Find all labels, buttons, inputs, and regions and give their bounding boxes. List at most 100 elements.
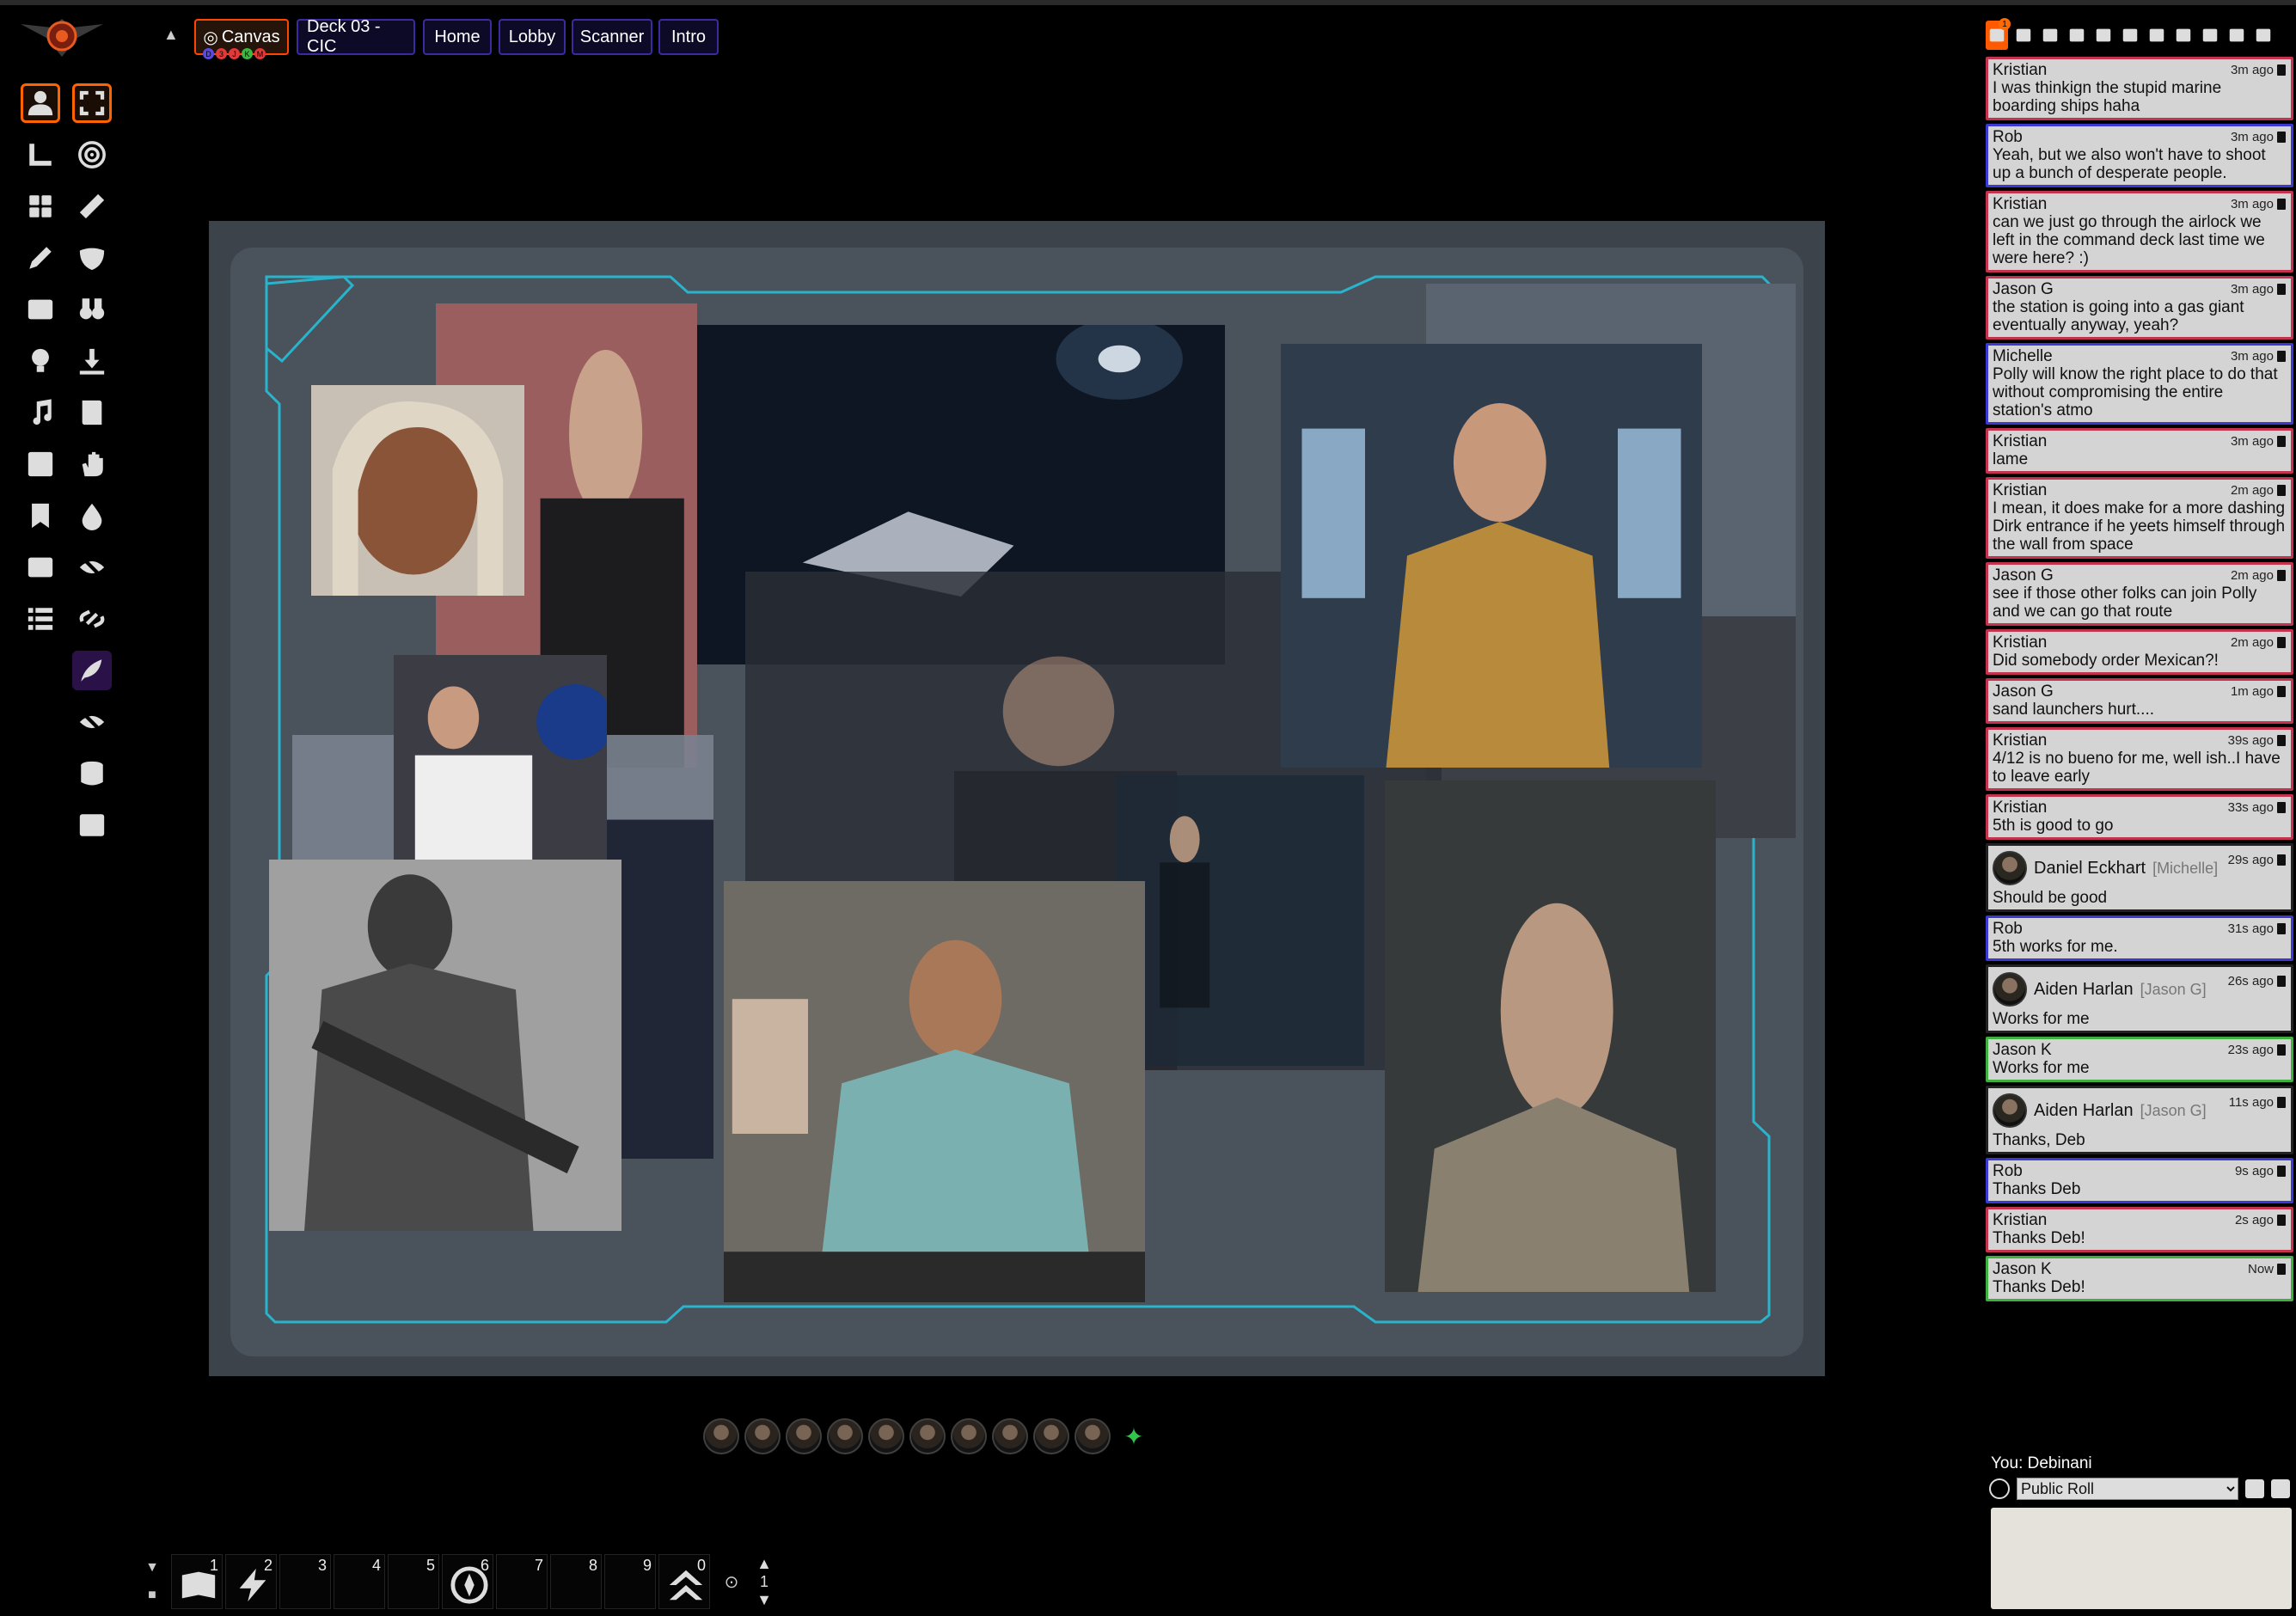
player-avatar[interactable] — [868, 1418, 904, 1454]
hotbar-collapse-icon[interactable]: ▼ — [145, 1560, 159, 1576]
hotbar-slot-8[interactable]: 8 — [550, 1554, 602, 1609]
hotbar-slot-9[interactable]: 9 — [604, 1554, 656, 1609]
message-content: can we just go through the airlock we le… — [1993, 213, 2265, 267]
chat-message: Michelle 3m ago Polly will know the right … — [1986, 343, 2293, 425]
portrait-tile-woman-spacesuit[interactable] — [1385, 780, 1716, 1292]
player-avatar[interactable] — [744, 1418, 781, 1454]
chat-message: Kristian 33s ago 5th is good to go — [1986, 794, 2293, 840]
save-icon[interactable] — [2245, 1479, 2264, 1498]
unread-badge: 1 — [1999, 18, 2011, 30]
roll-mode-row: Public Roll — [1989, 1477, 2292, 1501]
delete-message-icon[interactable] — [2277, 1097, 2286, 1108]
journal-icon[interactable] — [2119, 21, 2141, 50]
scenes-icon[interactable] — [2039, 21, 2061, 50]
player-avatar[interactable] — [827, 1418, 863, 1454]
trash-icon[interactable] — [2271, 1479, 2290, 1498]
message-content: 4/12 is no bueno for me, well ish..I hav… — [1993, 750, 2281, 786]
delete-message-icon[interactable] — [2277, 686, 2286, 697]
message-content: 5th is good to go — [1993, 817, 2114, 835]
message-timestamp: 2m ago — [2231, 566, 2286, 585]
combat-icon[interactable] — [2012, 21, 2035, 50]
player-avatar[interactable] — [992, 1418, 1028, 1454]
portrait-tile-blonde-woman[interactable] — [311, 385, 524, 596]
player-avatar[interactable] — [1075, 1418, 1111, 1454]
speaker-name: Kristian — [1993, 195, 2048, 213]
folder-icon[interactable]: ■ — [148, 1588, 156, 1603]
message-timestamp: 9s ago — [2235, 1162, 2286, 1180]
portrait-tile-armored-soldier[interactable] — [269, 860, 621, 1231]
compendium-icon[interactable] — [2226, 21, 2248, 50]
message-content: 5th works for me. — [1993, 938, 2118, 956]
portrait-tile-pilot[interactable] — [394, 655, 607, 864]
delete-message-icon[interactable] — [2277, 1215, 2286, 1226]
chat-log: Kristian 3m ago I was thinkign the stupid … — [1986, 57, 2293, 1305]
hotbar-slot-4[interactable]: 4 — [334, 1554, 385, 1609]
speaker-name: Kristian — [1993, 432, 2048, 450]
delete-message-icon[interactable] — [2277, 637, 2286, 648]
hotbar-slot-2[interactable]: 2 — [225, 1554, 277, 1609]
message-content: Thanks Deb — [1993, 1180, 2081, 1198]
hotbar-slot-1[interactable]: 1 — [171, 1554, 223, 1609]
portrait-tile-man-floral-shirt[interactable] — [724, 881, 1145, 1302]
delete-message-icon[interactable] — [2277, 132, 2286, 143]
message-timestamp: 2m ago — [2231, 634, 2286, 652]
settings-icon[interactable] — [2252, 21, 2275, 50]
delete-message-icon[interactable] — [2277, 570, 2286, 581]
hotbar-slot-5[interactable]: 5 — [388, 1554, 439, 1609]
chat-message: Jason K Now Thanks Deb! — [1986, 1256, 2293, 1301]
portrait-tile-gold-armor[interactable] — [1281, 344, 1702, 768]
message-timestamp: 3m ago — [2231, 347, 2286, 365]
delete-message-icon[interactable] — [2277, 284, 2286, 295]
hotbar-slot-6[interactable]: 6 — [442, 1554, 493, 1609]
hotbar-slot-3[interactable]: 3 — [279, 1554, 331, 1609]
roll-mode-select[interactable]: Public Roll — [2017, 1478, 2238, 1500]
delete-message-icon[interactable] — [2277, 436, 2286, 447]
player-avatar[interactable] — [703, 1418, 739, 1454]
speaker-name: Daniel Eckhart — [2034, 858, 2146, 878]
hotbar-slot-7[interactable]: 7 — [496, 1554, 548, 1609]
speaker-name: Jason G — [1993, 683, 2054, 701]
player-avatar[interactable] — [909, 1418, 946, 1454]
speaker-name: Kristian — [1993, 481, 2048, 499]
player-avatar[interactable] — [1033, 1418, 1069, 1454]
token-avatar — [1993, 851, 2027, 885]
chat-icon[interactable]: 1 — [1986, 18, 2011, 50]
actors-icon[interactable] — [2066, 21, 2088, 50]
delete-message-icon[interactable] — [2277, 485, 2286, 496]
delete-message-icon[interactable] — [2277, 1264, 2286, 1275]
player-avatar[interactable] — [951, 1418, 987, 1454]
unlock-icon[interactable]: ⊙ — [713, 1554, 750, 1609]
message-content: Thanks Deb! — [1993, 1278, 2085, 1296]
hotbar-slot-0[interactable]: 0 — [658, 1554, 710, 1609]
delete-message-icon[interactable] — [2277, 1166, 2286, 1177]
tables-icon[interactable] — [2146, 21, 2168, 50]
delete-message-icon[interactable] — [2277, 802, 2286, 813]
speaker-name: Michelle — [1993, 347, 2053, 365]
message-timestamp: 3m ago — [2231, 432, 2286, 450]
speaker-name: Rob — [1993, 128, 2023, 146]
delete-message-icon[interactable] — [2277, 976, 2286, 987]
playlists-icon[interactable] — [2199, 21, 2221, 50]
player-avatar[interactable] — [786, 1418, 822, 1454]
delete-message-icon[interactable] — [2277, 854, 2286, 866]
cards-icon[interactable] — [2172, 21, 2195, 50]
items-icon[interactable] — [2092, 21, 2115, 50]
d20-icon[interactable] — [1989, 1478, 2010, 1499]
speaker-name: Kristian — [1993, 799, 2048, 817]
slot-number: 5 — [426, 1557, 435, 1574]
page-down-icon[interactable]: ▼ — [756, 1591, 772, 1609]
speaker-name: Jason K — [1993, 1260, 2052, 1278]
message-timestamp: 23s ago — [2228, 1041, 2286, 1059]
delete-message-icon[interactable] — [2277, 64, 2286, 76]
message-timestamp: 39s ago — [2228, 731, 2286, 750]
delete-message-icon[interactable] — [2277, 735, 2286, 746]
chat-message-input[interactable] — [1991, 1508, 2292, 1609]
hotbar-slots: 1234 567890 — [168, 1554, 710, 1609]
delete-message-icon[interactable] — [2277, 199, 2286, 210]
page-up-icon[interactable]: ▲ — [756, 1555, 772, 1573]
chat-message: Jason G 2m ago see if those other folks ca… — [1986, 562, 2293, 626]
portrait-tile-bridge-officer[interactable] — [1115, 775, 1364, 1066]
delete-message-icon[interactable] — [2277, 1044, 2286, 1056]
delete-message-icon[interactable] — [2277, 351, 2286, 362]
delete-message-icon[interactable] — [2277, 923, 2286, 934]
